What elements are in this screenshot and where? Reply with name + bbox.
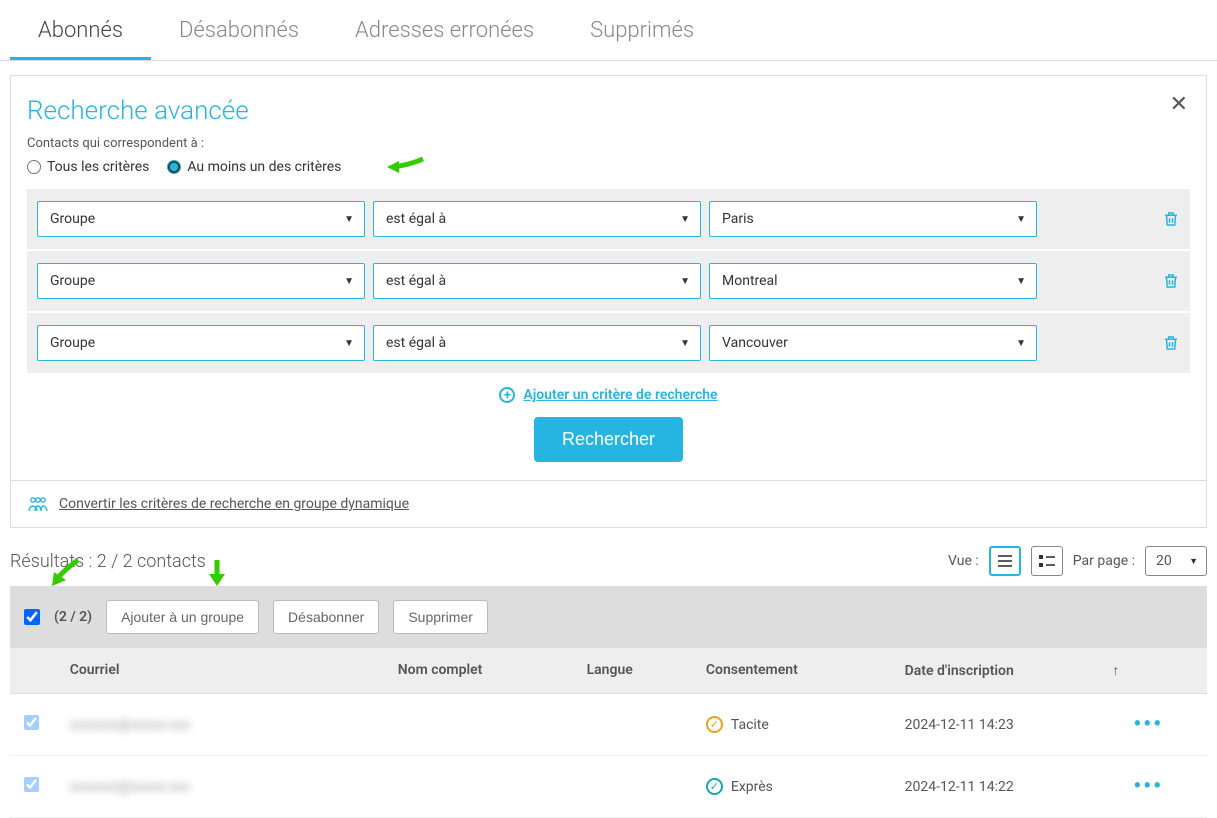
criteria-row-3: Groupe est égal à Vancouver <box>27 313 1190 373</box>
panel-title: Recherche avancée <box>27 96 1190 126</box>
radio-all-label: Tous les critères <box>47 159 149 175</box>
criteria-operator-select[interactable]: est égal à <box>373 325 701 361</box>
cell-consent: ✓ Exprès <box>706 778 905 795</box>
view-grid-button[interactable] <box>1031 546 1063 576</box>
advanced-search-panel: ✕ Recherche avancée Contacts qui corresp… <box>10 75 1207 528</box>
people-icon <box>27 495 49 513</box>
criteria-value-select[interactable]: Montreal <box>709 263 1037 299</box>
match-radios: Tous les critères Au moins un des critèr… <box>27 159 1190 175</box>
consent-ring-icon: ✓ <box>706 778 723 795</box>
criteria-value-select[interactable]: Paris <box>709 201 1037 237</box>
convert-row: Convertir les critères de recherche en g… <box>11 480 1206 527</box>
criteria-operator-select[interactable]: est égal à <box>373 201 701 237</box>
radio-any-input[interactable] <box>167 160 181 174</box>
view-label: Vue : <box>948 553 979 569</box>
radio-all-criteria[interactable]: Tous les critères <box>27 159 149 175</box>
annotation-arrow-icon <box>385 155 425 179</box>
results-bar: Résultats : 2 / 2 contacts Vue : Par pag… <box>0 528 1217 586</box>
cell-email[interactable]: xxxxxxx@xxxxx.xxx <box>70 717 398 733</box>
consent-ring-icon: ✓ <box>706 716 723 733</box>
perpage-label: Par page : <box>1073 553 1135 569</box>
criteria-field-select[interactable]: Groupe <box>37 263 365 299</box>
criteria-field-select[interactable]: Groupe <box>37 325 365 361</box>
cell-date: 2024-12-11 14:23 <box>905 717 1134 733</box>
tab-abonnes[interactable]: Abonnés <box>10 0 151 60</box>
list-icon <box>996 554 1014 568</box>
grid-icon <box>1038 554 1056 568</box>
criteria-value-select[interactable]: Vancouver <box>709 325 1037 361</box>
col-lang[interactable]: Langue <box>587 662 706 679</box>
results-count: Résultats : 2 / 2 contacts <box>10 551 206 572</box>
col-consent[interactable]: Consentement <box>706 662 905 679</box>
col-date[interactable]: Date d'inscription ↑ <box>905 662 1134 679</box>
select-all-checkbox[interactable] <box>24 609 40 625</box>
add-criteria-link[interactable]: Ajouter un critère de recherche <box>523 387 717 403</box>
add-to-group-button[interactable]: Ajouter à un groupe <box>106 600 259 634</box>
radio-any-label: Au moins un des critères <box>187 159 341 175</box>
row-actions-menu[interactable]: ••• <box>1133 774 1193 799</box>
tab-desabonnes[interactable]: Désabonnés <box>151 0 327 60</box>
selection-count: (2 / 2) <box>54 609 92 625</box>
row-checkbox[interactable] <box>24 777 39 792</box>
criteria-field-select[interactable]: Groupe <box>37 201 365 237</box>
tab-supprimes[interactable]: Supprimés <box>562 0 722 60</box>
annotation-arrow-icon <box>202 558 232 588</box>
bulk-actions-bar: (2 / 2) Ajouter à un groupe Désabonner S… <box>10 586 1207 648</box>
cell-consent: ✓ Tacite <box>706 716 905 733</box>
radio-any-criteria[interactable]: Au moins un des critères <box>167 159 341 175</box>
col-name[interactable]: Nom complet <box>398 662 587 679</box>
match-label: Contacts qui correspondent à : <box>27 136 1190 151</box>
row-actions-menu[interactable]: ••• <box>1133 712 1193 737</box>
delete-button[interactable]: Supprimer <box>393 600 488 634</box>
tab-adresses-erronees[interactable]: Adresses erronées <box>327 0 562 60</box>
view-list-button[interactable] <box>989 546 1021 576</box>
cell-email[interactable]: xxxxxxx@xxxxx.xxx <box>70 779 398 795</box>
trash-icon[interactable] <box>1162 333 1180 353</box>
convert-dynamic-group-link[interactable]: Convertir les critères de recherche en g… <box>59 496 409 512</box>
plus-circle-icon[interactable]: + <box>499 387 515 403</box>
trash-icon[interactable] <box>1162 271 1180 291</box>
radio-all-input[interactable] <box>27 160 41 174</box>
annotation-arrow-icon <box>48 558 86 588</box>
cell-date: 2024-12-11 14:22 <box>905 779 1134 795</box>
criteria-row-2: Groupe est égal à Montreal <box>27 251 1190 311</box>
trash-icon[interactable] <box>1162 209 1180 229</box>
row-checkbox[interactable] <box>24 715 39 730</box>
col-email[interactable]: Courriel <box>70 662 398 679</box>
table-row: xxxxxxx@xxxxx.xxx ✓ Exprès 2024-12-11 14… <box>10 756 1207 818</box>
criteria-row-1: Groupe est égal à Paris <box>27 189 1190 249</box>
tabs: Abonnés Désabonnés Adresses erronées Sup… <box>0 0 1217 61</box>
unsubscribe-button[interactable]: Désabonner <box>273 600 379 634</box>
table-header: Courriel Nom complet Langue Consentement… <box>10 648 1207 694</box>
search-button[interactable]: Rechercher <box>534 417 683 462</box>
add-criteria: + Ajouter un critère de recherche <box>27 387 1190 403</box>
close-icon[interactable]: ✕ <box>1170 92 1188 117</box>
sort-arrow-up-icon: ↑ <box>1112 662 1119 679</box>
criteria-operator-select[interactable]: est égal à <box>373 263 701 299</box>
perpage-select[interactable]: 20 <box>1145 546 1207 576</box>
table-row: xxxxxxx@xxxxx.xxx ✓ Tacite 2024-12-11 14… <box>10 694 1207 756</box>
